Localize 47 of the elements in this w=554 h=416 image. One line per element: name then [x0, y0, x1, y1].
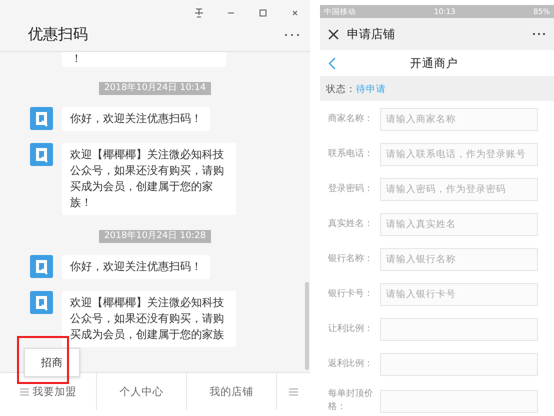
nav-title: 申请店铺	[347, 26, 396, 42]
back-icon[interactable]	[328, 56, 336, 70]
input-field[interactable]	[380, 353, 538, 376]
field-label: 登录密码：	[328, 183, 374, 196]
timestamp: 2018年10月24日 10:14	[99, 82, 211, 95]
input-field[interactable]: 请输入银行卡号	[380, 283, 538, 306]
input-field[interactable]: 请输入密码，作为登录密码	[380, 178, 538, 201]
maximize-icon[interactable]	[258, 8, 268, 18]
avatar-icon	[30, 143, 53, 166]
field-label: 每单封顶价格：	[328, 388, 374, 414]
message-bubble: 你好，欢迎关注优惠扫码！	[62, 107, 210, 131]
highlight-frame	[17, 336, 69, 384]
input-field[interactable]: 请输入银行名称	[380, 248, 538, 271]
avatar-icon	[30, 291, 53, 314]
more-icon[interactable]	[284, 32, 300, 36]
menu-icon	[20, 388, 28, 396]
scrollbar[interactable]	[305, 282, 309, 370]
avatar-icon	[30, 107, 53, 130]
close-icon[interactable]	[290, 8, 300, 18]
field-label: 让利比例：	[328, 323, 374, 336]
avatar-icon	[30, 255, 53, 278]
pin-icon[interactable]	[194, 8, 204, 18]
menu-icon	[289, 388, 298, 396]
message-bubble: 欢迎【椰椰椰】关注微必知科技公众号，如果还没有购买，请购买成为会员，创建属于您的家族！	[62, 143, 236, 215]
input-field[interactable]: 请输入真实姓名	[380, 213, 538, 236]
more-icon[interactable]	[532, 32, 546, 36]
status-value: 待申请	[356, 82, 386, 96]
field-label: 银行卡号：	[328, 288, 374, 301]
input-field[interactable]	[380, 390, 538, 412]
menu-tab-label: 我要加盟	[32, 384, 76, 398]
message-bubble: 欢迎【椰椰椰】关注微必知科技公众号，如果还没有购买，请购买成为会员，创建属于您的家族	[62, 291, 236, 347]
input-field[interactable]	[380, 318, 538, 341]
message-bubble: 你好，欢迎关注优惠扫码！	[62, 255, 210, 279]
menu-item[interactable]: 招商	[37, 354, 67, 372]
input-field[interactable]: 请输入联系电话，作为登录账号	[380, 143, 538, 166]
field-label: 商家名称：	[328, 113, 374, 126]
close-icon[interactable]	[328, 28, 339, 40]
status-label: 状态：	[326, 82, 356, 96]
field-label: 真实姓名：	[328, 218, 374, 231]
window-title: 优惠扫码	[28, 25, 88, 44]
timestamp: 2018年10月24日 10:28	[99, 230, 211, 243]
field-label: 联系电话：	[328, 148, 374, 161]
input-field[interactable]: 请输入商家名称	[380, 108, 538, 131]
field-label: 银行名称：	[328, 253, 374, 266]
field-label: 返利比例：	[328, 358, 374, 371]
message-bubble: ！	[62, 52, 226, 67]
page-title: 开通商户	[409, 56, 459, 70]
